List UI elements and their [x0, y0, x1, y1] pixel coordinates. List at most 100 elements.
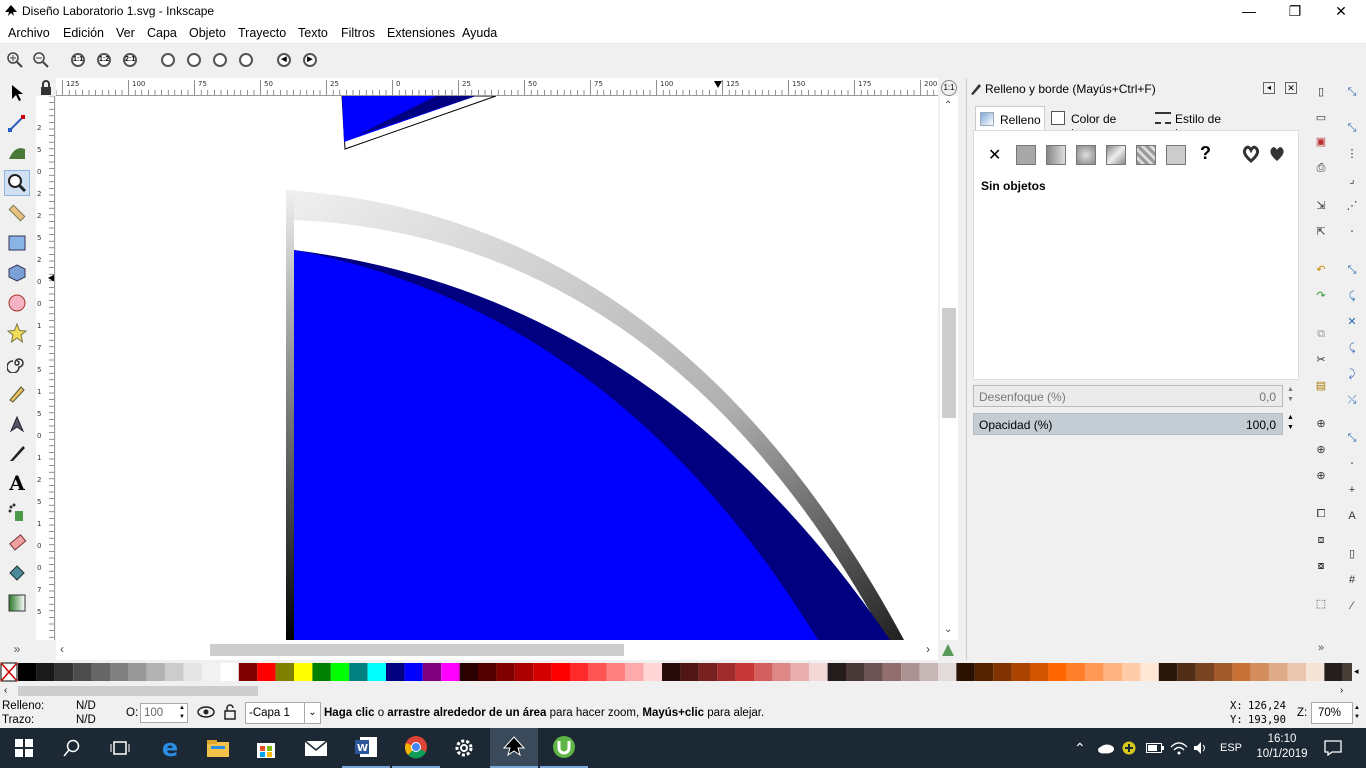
- palette-swatch[interactable]: [588, 663, 607, 681]
- blur-slider[interactable]: Desenfoque (%) 0,0: [973, 385, 1283, 407]
- utorrent-icon[interactable]: [540, 728, 588, 768]
- linear-gradient-button[interactable]: [1046, 145, 1066, 165]
- palette-swatch[interactable]: [478, 663, 497, 681]
- zoom-page-cmd-icon[interactable]: ⊕: [1313, 468, 1329, 484]
- snap-bbox-corners-icon[interactable]: ⌟: [1344, 172, 1360, 188]
- lock-guides-icon[interactable]: [38, 80, 54, 96]
- snap-bbox-midpoints-icon[interactable]: ⋰: [1344, 198, 1360, 214]
- layer-lock-icon[interactable]: [223, 704, 237, 720]
- palette-menu-icon[interactable]: ◂: [1354, 666, 1359, 677]
- fill-rule-nonzero-icon[interactable]: [1268, 145, 1286, 163]
- palette-swatch[interactable]: [643, 663, 662, 681]
- menu-filtros[interactable]: Filtros: [341, 26, 375, 40]
- snap-object-midpoints-icon[interactable]: ⤡: [1344, 430, 1360, 446]
- palette-swatch[interactable]: [864, 663, 883, 681]
- blur-spin-button[interactable]: ▲ ▼: [1287, 385, 1297, 407]
- stroke-indicator-value[interactable]: N/D: [76, 714, 96, 726]
- palette-swatch[interactable]: [1030, 663, 1049, 681]
- radial-gradient-button[interactable]: [1076, 145, 1096, 165]
- store-icon[interactable]: [242, 728, 290, 768]
- palette-scroll-right-icon[interactable]: ›: [1340, 685, 1343, 696]
- menu-archivo[interactable]: Archivo: [8, 26, 50, 40]
- vertical-scroll-thumb[interactable]: [942, 308, 956, 418]
- wifi-icon[interactable]: [1170, 728, 1188, 768]
- palette-swatch[interactable]: [183, 663, 202, 681]
- swatch-button[interactable]: [1166, 145, 1186, 165]
- horizontal-scroll-thumb[interactable]: [210, 644, 624, 656]
- opacity-spin-button[interactable]: ▲ ▼: [1287, 413, 1297, 435]
- zoom-2-1-button[interactable]: 2:1: [120, 50, 140, 70]
- zoom-out-icon[interactable]: [31, 50, 51, 70]
- paste-icon[interactable]: ▤: [1313, 378, 1329, 394]
- snap-bbox-icon[interactable]: ⤡: [1344, 120, 1360, 136]
- snap-bbox-centers-icon[interactable]: ⋅: [1344, 224, 1360, 240]
- zoom-page-width-icon[interactable]: [236, 50, 256, 70]
- search-icon[interactable]: [48, 728, 96, 768]
- no-paint-button[interactable]: ✕: [988, 145, 1001, 165]
- undo-icon[interactable]: ↶: [1313, 262, 1329, 278]
- palette-swatch[interactable]: [956, 663, 975, 681]
- palette-swatch[interactable]: [1306, 663, 1325, 681]
- scroll-right-icon[interactable]: ›: [926, 642, 930, 656]
- palette-swatch[interactable]: [441, 663, 460, 681]
- palette-scroll-thumb[interactable]: [18, 686, 258, 696]
- palette-swatch[interactable]: [680, 663, 699, 681]
- palette-swatch[interactable]: [625, 663, 644, 681]
- task-view-icon[interactable]: [96, 728, 144, 768]
- palette-swatches[interactable]: [0, 662, 1366, 684]
- palette-swatch[interactable]: [533, 663, 552, 681]
- word-icon[interactable]: W: [342, 728, 390, 768]
- palette-swatch[interactable]: [1287, 663, 1306, 681]
- palette-scrollbar[interactable]: ‹ ›: [0, 684, 1366, 698]
- horizontal-scrollbar[interactable]: ‹ ›: [56, 640, 938, 660]
- palette-swatch[interactable]: [18, 663, 37, 681]
- palette-swatch[interactable]: [606, 663, 626, 681]
- palette-swatch[interactable]: [1269, 663, 1288, 681]
- snap-bbox-edges-icon[interactable]: ⋮: [1344, 146, 1360, 162]
- palette-swatch[interactable]: [54, 663, 74, 681]
- palette-swatch[interactable]: [146, 663, 166, 681]
- import-icon[interactable]: ⇲: [1313, 198, 1329, 214]
- palette-swatch[interactable]: [73, 663, 92, 681]
- palette-swatch[interactable]: [202, 663, 221, 681]
- palette-swatch[interactable]: [1011, 663, 1030, 681]
- group-icon[interactable]: ⬚: [1313, 596, 1329, 612]
- palette-swatch[interactable]: [220, 663, 239, 681]
- drawing-artwork[interactable]: [56, 96, 938, 640]
- palette-swatch[interactable]: [882, 663, 902, 681]
- palette-swatch[interactable]: [790, 663, 810, 681]
- chrome-icon[interactable]: [392, 728, 440, 768]
- scroll-down-icon[interactable]: ⌄: [944, 624, 952, 635]
- commands-more-button[interactable]: »: [1313, 640, 1329, 656]
- palette-swatch[interactable]: [1103, 663, 1122, 681]
- palette-swatch[interactable]: [1085, 663, 1104, 681]
- measure-tool-icon[interactable]: [4, 200, 30, 226]
- palette-scroll-left-icon[interactable]: ‹: [4, 685, 7, 696]
- palette-swatch[interactable]: [1195, 663, 1214, 681]
- scroll-left-icon[interactable]: ‹: [60, 642, 64, 656]
- palette-swatch[interactable]: [919, 663, 938, 681]
- palette-swatch[interactable]: [349, 663, 368, 681]
- menu-edicion[interactable]: Edición: [63, 26, 104, 40]
- tab-color-trazo[interactable]: Color de trazo: [1047, 106, 1151, 140]
- tweak-tool-icon[interactable]: [4, 140, 30, 166]
- palette-swatch[interactable]: [846, 663, 865, 681]
- battery-icon[interactable]: [1146, 728, 1164, 768]
- language-indicator[interactable]: ESP: [1220, 728, 1242, 768]
- palette-swatch[interactable]: [809, 663, 828, 681]
- palette-swatch[interactable]: [993, 663, 1012, 681]
- snap-cusp-nodes-icon[interactable]: ⤹: [1344, 340, 1360, 356]
- menu-extensiones[interactable]: Extensiones: [387, 26, 455, 40]
- zoom-next-icon[interactable]: ▶: [300, 50, 320, 70]
- copy-icon[interactable]: ⧉: [1313, 326, 1329, 342]
- close-button[interactable]: ✕: [1318, 0, 1364, 22]
- palette-swatch[interactable]: [386, 663, 405, 681]
- gradient-tool-icon[interactable]: [4, 590, 30, 616]
- palette-swatch[interactable]: [1232, 663, 1251, 681]
- palette-swatch[interactable]: [1342, 663, 1362, 681]
- palette-swatch[interactable]: [1324, 663, 1343, 681]
- color-palette[interactable]: ◂: [0, 662, 1366, 684]
- palette-swatch[interactable]: [128, 663, 147, 681]
- opacity-slider[interactable]: Opacidad (%) 100,0: [973, 413, 1283, 435]
- palette-swatch[interactable]: [1158, 663, 1178, 681]
